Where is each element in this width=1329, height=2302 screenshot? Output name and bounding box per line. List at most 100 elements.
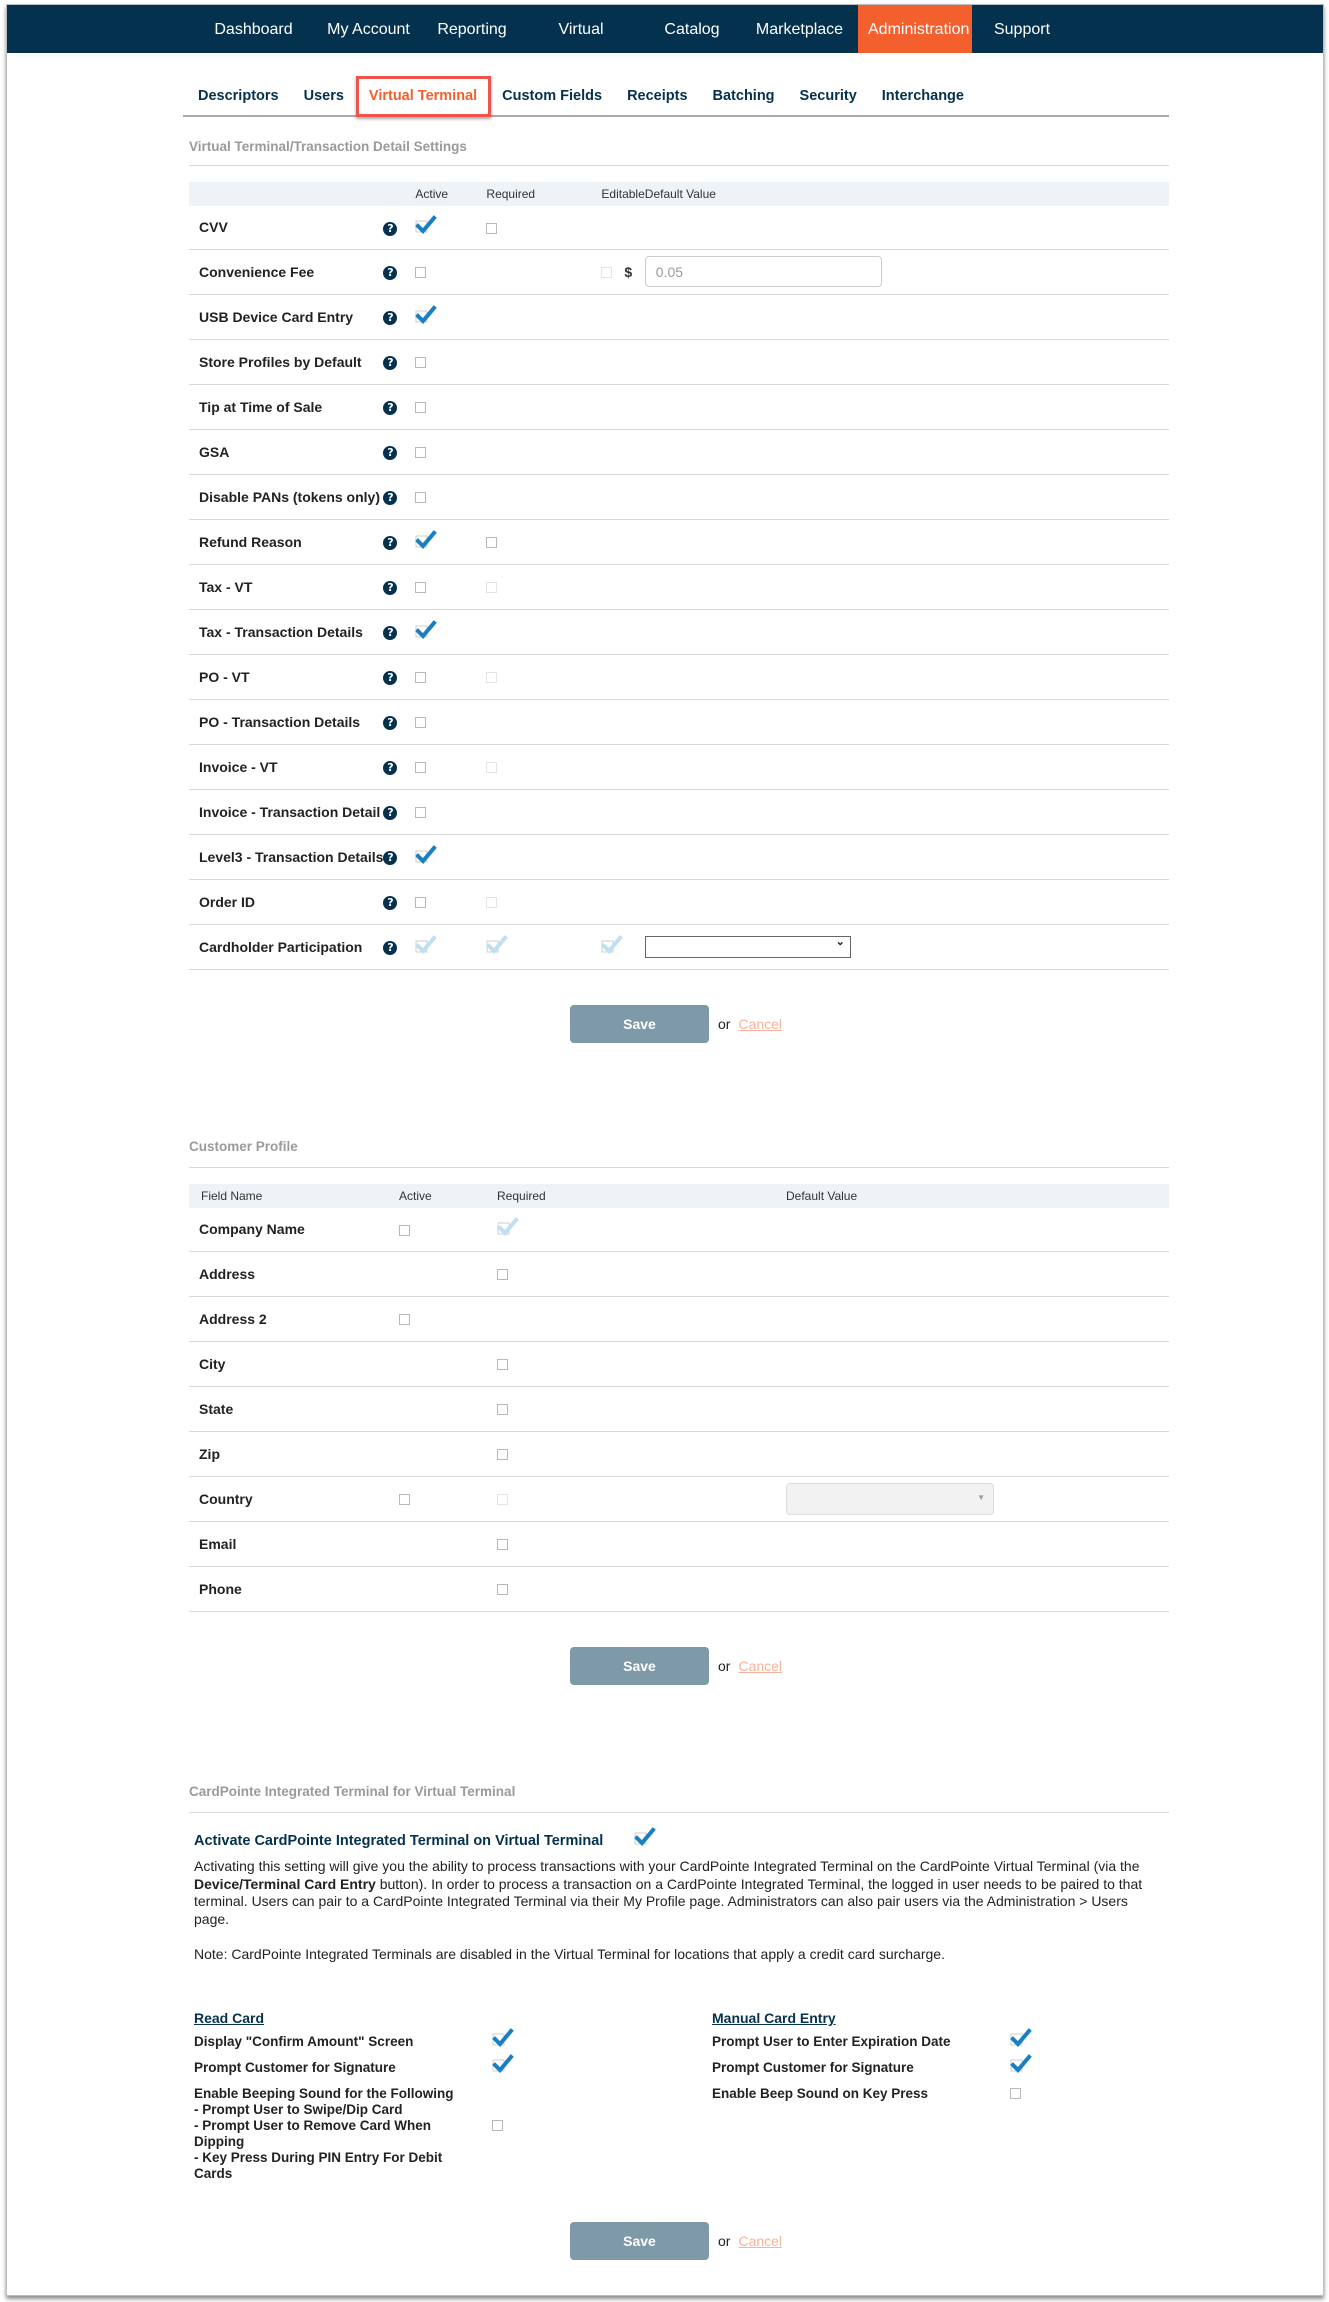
nav-item-catalog[interactable]: Catalog [643, 5, 741, 53]
help-icon[interactable]: ? [383, 536, 398, 550]
nav-item-support[interactable]: Support [972, 5, 1072, 53]
required-checkbox[interactable] [486, 934, 509, 957]
help-icon[interactable]: ? [383, 446, 398, 460]
required-checkbox[interactable] [497, 1269, 508, 1281]
help-icon[interactable]: ? [383, 851, 398, 865]
nav-item-virtual-terminal[interactable]: Virtual Terminal [519, 5, 643, 88]
nav-item-administration[interactable]: Administration [858, 5, 972, 53]
active-cell [415, 519, 487, 565]
required-checkbox[interactable] [486, 223, 498, 235]
tab-interchange[interactable]: Interchange [867, 79, 974, 115]
convenience-fee-input[interactable] [644, 256, 882, 287]
active-checkbox[interactable] [415, 762, 427, 774]
default-value-cell [786, 1208, 1169, 1252]
help-icon[interactable]: ? [383, 266, 398, 280]
nav-item-my-account[interactable]: My Account [312, 5, 425, 53]
tab-receipts[interactable]: Receipts [612, 79, 697, 115]
tab-users[interactable]: Users [289, 79, 354, 115]
active-checkbox[interactable] [415, 717, 427, 729]
help-icon[interactable]: ? [383, 806, 398, 820]
help-icon[interactable]: ? [383, 896, 398, 910]
header-default-value: Default Value [644, 182, 1169, 206]
tab-batching[interactable]: Batching [698, 79, 785, 115]
country-select[interactable]: ▼ [786, 1482, 994, 1515]
option-checkbox[interactable] [1010, 2088, 1021, 2099]
option-checkbox[interactable] [492, 2120, 503, 2131]
activate-integrated-terminal-checkbox[interactable] [634, 1827, 656, 1849]
required-checkbox[interactable] [497, 1404, 508, 1416]
tab-custom-fields[interactable]: Custom Fields [487, 79, 612, 115]
active-checkbox[interactable] [399, 1494, 410, 1506]
editable-checkbox[interactable] [601, 267, 613, 279]
tab-descriptors[interactable]: Descriptors [183, 79, 289, 115]
required-checkbox[interactable] [497, 1217, 519, 1240]
help-icon[interactable]: ? [383, 311, 398, 325]
cardholder-participation-select[interactable]: ⌄ [644, 935, 851, 958]
save-button[interactable]: Save [570, 1005, 709, 1043]
default-value-cell [644, 609, 1169, 655]
cancel-link[interactable]: Cancel [738, 1658, 782, 1674]
required-checkbox[interactable] [486, 582, 498, 594]
help-icon[interactable]: ? [383, 941, 398, 955]
help-icon[interactable]: ? [383, 221, 398, 236]
help-icon[interactable]: ? [383, 356, 398, 370]
editable-checkbox[interactable] [601, 934, 624, 957]
default-value-cell [644, 429, 1169, 475]
help-icon[interactable]: ? [383, 491, 398, 505]
save-button[interactable]: Save [570, 1647, 709, 1685]
cancel-link[interactable]: Cancel [738, 1016, 782, 1032]
page-frame: Dashboard My Account Reporting Virtual Term… [6, 4, 1324, 2296]
tab-label: Users [303, 88, 344, 104]
help-icon[interactable]: ? [383, 401, 398, 415]
help-icon[interactable]: ? [383, 671, 398, 685]
option-checkbox[interactable] [492, 2028, 514, 2050]
nav-item-dashboard[interactable]: Dashboard [195, 5, 312, 53]
required-checkbox[interactable] [497, 1359, 508, 1371]
tab-security[interactable]: Security [785, 79, 867, 115]
tab-virtual-terminal[interactable]: Virtual Terminal [354, 76, 492, 117]
active-checkbox[interactable] [415, 402, 427, 414]
active-checkbox[interactable] [415, 529, 438, 552]
required-checkbox[interactable] [497, 1584, 508, 1596]
table-row: Store Profiles by Default? [189, 339, 1169, 385]
required-checkbox[interactable] [486, 537, 498, 549]
cancel-link[interactable]: Cancel [738, 2233, 782, 2249]
required-checkbox[interactable] [486, 762, 498, 774]
default-value-cell [644, 879, 1169, 925]
active-checkbox[interactable] [415, 267, 427, 279]
active-checkbox[interactable] [415, 934, 438, 957]
option-checkbox[interactable] [492, 2054, 514, 2076]
nav-item-marketplace[interactable]: Marketplace [741, 5, 858, 53]
option-label: Enable Beep Sound on Key Press [712, 2086, 929, 2101]
help-icon[interactable]: ? [383, 761, 398, 775]
required-checkbox[interactable] [497, 1539, 508, 1551]
active-checkbox[interactable] [415, 215, 438, 238]
active-checkbox[interactable] [415, 672, 427, 684]
nav-item-reporting[interactable]: Reporting [425, 5, 519, 53]
help-icon[interactable]: ? [383, 581, 398, 595]
help-icon[interactable]: ? [383, 716, 398, 730]
required-checkbox[interactable] [486, 897, 498, 909]
editable-cell [601, 474, 645, 520]
active-checkbox[interactable] [415, 582, 427, 594]
active-checkbox[interactable] [415, 447, 427, 459]
active-checkbox[interactable] [415, 304, 438, 327]
required-checkbox[interactable] [486, 672, 498, 684]
help-icon[interactable]: ? [383, 626, 398, 640]
active-checkbox[interactable] [415, 492, 427, 504]
option-checkbox[interactable] [1010, 2054, 1032, 2076]
active-checkbox[interactable] [415, 897, 427, 909]
required-checkbox[interactable] [497, 1494, 508, 1506]
active-checkbox[interactable] [415, 844, 438, 867]
save-button[interactable]: Save [570, 2222, 709, 2260]
active-checkbox[interactable] [399, 1314, 410, 1326]
option-checkbox[interactable] [1010, 2028, 1032, 2050]
active-checkbox[interactable] [415, 619, 438, 642]
required-checkbox[interactable] [497, 1449, 508, 1461]
active-cell [399, 1208, 497, 1252]
row-label: Zip [189, 1431, 399, 1477]
active-checkbox[interactable] [415, 807, 427, 819]
option-row: Display "Confirm Amount" Screen [194, 2028, 514, 2050]
active-checkbox[interactable] [399, 1225, 410, 1237]
active-checkbox[interactable] [415, 357, 427, 369]
